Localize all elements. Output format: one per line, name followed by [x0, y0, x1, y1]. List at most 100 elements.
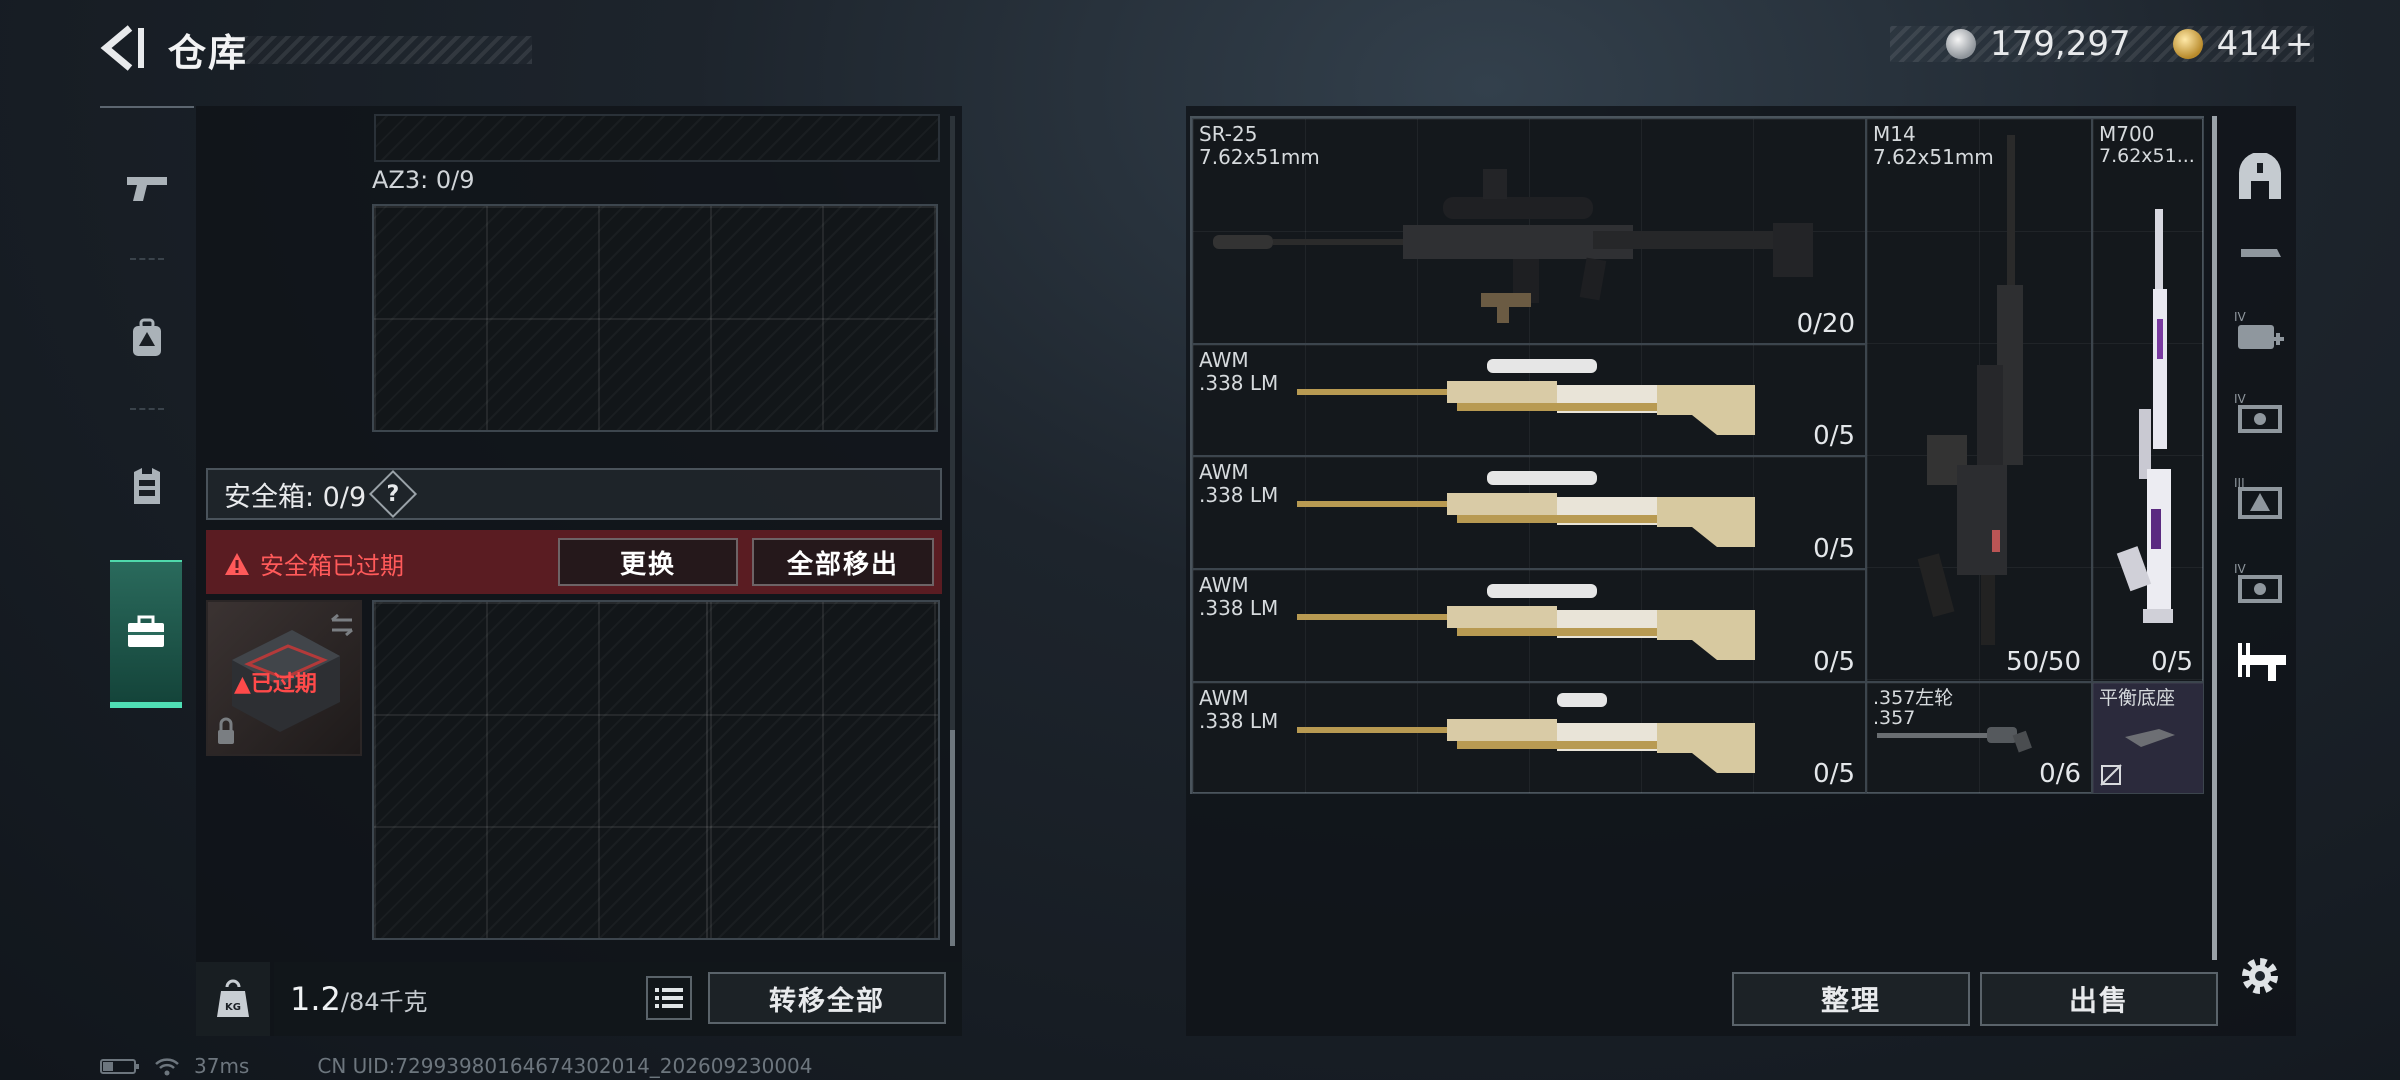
- remove-all-button[interactable]: 全部移出: [752, 538, 934, 586]
- ammo-count: 0/6: [2039, 759, 2081, 789]
- az3-container-grid[interactable]: [372, 204, 938, 432]
- lock-icon: [218, 730, 234, 744]
- vest-icon: [134, 468, 160, 504]
- settings-icon: [2242, 958, 2278, 994]
- gun-icon: [127, 177, 167, 201]
- status-line: 37ms CN UID:7299398016467430201​4_202609…: [100, 1054, 813, 1078]
- category-medical[interactable]: IV: [2230, 302, 2290, 362]
- category-supplies[interactable]: III: [2230, 468, 2290, 528]
- ammo-count: 0/20: [1796, 309, 1855, 339]
- safe-box-grid[interactable]: [372, 600, 940, 940]
- weapon-scrollbar-thumb[interactable]: [2212, 116, 2217, 960]
- weapon-grid: SR-25 7.62x51mm 0/20 M14 7.62x51mm 50/50…: [1190, 116, 2204, 794]
- expired-warning: 安全箱已过期: [224, 546, 404, 581]
- awm-rifle-image: [1297, 584, 1755, 660]
- warning-icon: [225, 552, 249, 575]
- weapon-cell-sr25[interactable]: SR-25 7.62x51mm 0/20: [1192, 118, 1866, 344]
- ammo-count: 0/5: [1813, 421, 1855, 451]
- category-attachments[interactable]: IV: [2230, 384, 2290, 444]
- container-grid-top: [374, 114, 940, 162]
- toolbox-icon: [128, 615, 164, 647]
- ping-value: 37ms: [194, 1054, 250, 1078]
- swap-icon: [331, 613, 353, 637]
- category-all[interactable]: [2230, 148, 2290, 208]
- weapon-caliber: .338 LM: [1199, 596, 1279, 620]
- svg-text:IV: IV: [2234, 392, 2247, 406]
- weight-badge: KG: [196, 962, 270, 1036]
- weight-icon: KG: [217, 979, 249, 1017]
- medkit-icon: IV: [2234, 310, 2284, 349]
- transfer-all-button[interactable]: 转移全部: [708, 972, 946, 1024]
- settings-button[interactable]: [2230, 946, 2290, 1006]
- storage-scrollbar-thumb[interactable]: [950, 730, 955, 946]
- tidy-button[interactable]: 整理: [1732, 972, 1970, 1026]
- sell-button[interactable]: 出售: [1980, 972, 2218, 1026]
- rail-divider: [130, 408, 164, 410]
- title-decoration: [232, 36, 532, 64]
- silver-coin-icon: [1946, 29, 1976, 59]
- safe-box-capacity: 安全箱: 0/9: [224, 481, 367, 513]
- weapon-cell-awm[interactable]: AWM .338 LM 0/5: [1192, 569, 1866, 682]
- gold-add-icon: +: [2284, 24, 2314, 64]
- category-melee[interactable]: [2230, 226, 2290, 286]
- awm-rifle-image: [1297, 359, 1755, 435]
- weapon-cell-awm[interactable]: AWM .338 LM 0/5: [1192, 344, 1866, 456]
- silver-amount: 179,297: [1990, 24, 2131, 64]
- melee-icon: [2241, 249, 2281, 257]
- list-view-button[interactable]: [646, 976, 692, 1020]
- expired-warning-text: 安全箱已过期: [260, 552, 404, 580]
- attachment-icon: IV: [2234, 392, 2282, 433]
- weapon-name: SR-25: [1199, 122, 1258, 146]
- weapon-name: M700: [2099, 122, 2155, 146]
- weapon-cell-awm[interactable]: AWM .338 LM 0/5: [1192, 456, 1866, 569]
- grid-divider: [706, 602, 708, 938]
- replace-button[interactable]: 更换: [558, 538, 738, 586]
- weapon-icon: [2238, 643, 2286, 681]
- item-cell-balance-base[interactable]: 平衡底座: [2092, 682, 2204, 794]
- svg-text:IV: IV: [2234, 310, 2247, 324]
- weapon-name: AWM: [1199, 573, 1249, 597]
- weapon-caliber: 7.62x51...: [2099, 145, 2195, 167]
- rail-divider: [130, 258, 164, 260]
- gold-amount[interactable]: 414 +: [2217, 24, 2314, 64]
- balance-base-image: [2125, 729, 2175, 747]
- rail-item-backpack[interactable]: [100, 278, 194, 398]
- list-icon: [655, 988, 683, 1008]
- currency-bar: 179,297 414 +: [1890, 24, 2314, 64]
- wifi-icon: [155, 1058, 179, 1076]
- case-expired-label: ▲已过期: [234, 672, 317, 697]
- svg-text:IV: IV: [2234, 562, 2247, 576]
- awm-rifle-image: [1297, 693, 1755, 773]
- gold-coin-icon: [2172, 29, 2203, 59]
- m14-rifle-image: [1917, 135, 2023, 645]
- safe-box-header: 安全箱: 0/9 ?: [206, 468, 942, 520]
- back-arrow-icon: [100, 25, 144, 71]
- unequippable-icon: [2100, 764, 2122, 786]
- weight-readout: 1.2/84千克: [290, 980, 428, 1018]
- page-title: 仓库: [168, 31, 249, 75]
- sr25-rifle-image: [1213, 169, 1813, 323]
- warning-icon: ▲: [234, 672, 251, 697]
- category-keys[interactable]: IV: [2230, 554, 2290, 614]
- back-button[interactable]: [100, 24, 146, 72]
- weapon-caliber: .338 LM: [1199, 483, 1279, 507]
- right-category-rail: IV IV III IV: [2222, 106, 2296, 1036]
- uid-text: CN UID:7299398016467430201​4_20260923000…: [317, 1054, 813, 1078]
- help-button[interactable]: ?: [369, 469, 418, 519]
- ammo-count: 0/5: [1813, 759, 1855, 789]
- weapon-cell-m700[interactable]: M700 7.62x51... 0/5: [2092, 118, 2204, 682]
- ammo-count: 50/50: [2006, 647, 2081, 677]
- battery-icon: [100, 1059, 139, 1074]
- rail-item-safe-case[interactable]: [110, 560, 182, 708]
- rail-item-guns[interactable]: [100, 128, 194, 248]
- backpack-icon: [133, 318, 161, 356]
- weapon-cell-m14[interactable]: M14 7.62x51mm 50/50: [1866, 118, 2092, 682]
- weapon-cell-awm[interactable]: AWM .338 LM 0/5: [1192, 682, 1866, 794]
- category-weapons[interactable]: [2230, 632, 2290, 692]
- key-icon: IV: [2234, 562, 2282, 603]
- awm-rifle-image: [1297, 471, 1755, 547]
- rail-item-vest[interactable]: [100, 426, 194, 546]
- ammo-count: 0/5: [2151, 647, 2193, 677]
- ammo-count: 0/5: [1813, 647, 1855, 677]
- weapon-cell-357-revolver[interactable]: .357左轮 .357 0/6: [1866, 682, 2092, 794]
